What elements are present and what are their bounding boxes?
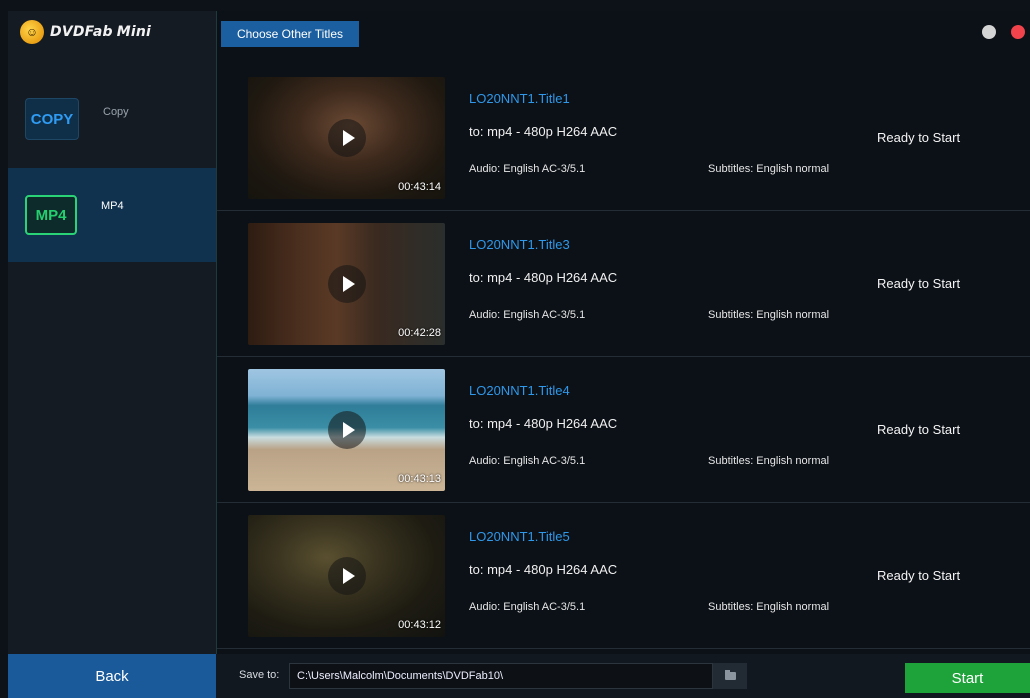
duration-label: 00:43:12 — [398, 619, 441, 631]
subtitle-track[interactable]: Subtitles: English normal — [708, 163, 829, 175]
sidebar: ☺ DVDFab Mini COPY Copy MP4 MP4 — [8, 11, 216, 654]
start-button[interactable]: Start — [905, 663, 1030, 693]
folder-icon — [724, 670, 736, 680]
back-button[interactable]: Back — [8, 654, 216, 698]
output-format[interactable]: to: mp4 - 480p H264 AAC — [469, 270, 617, 285]
minimize-icon[interactable] — [982, 25, 996, 39]
output-format[interactable]: to: mp4 - 480p H264 AAC — [469, 562, 617, 577]
audio-track[interactable]: Audio: English AC-3/5.1 — [469, 455, 585, 467]
save-bar: Save to: C:\Users\Malcolm\Documents\DVDF… — [216, 654, 1030, 698]
audio-track[interactable]: Audio: English AC-3/5.1 — [469, 163, 585, 175]
output-format[interactable]: to: mp4 - 480p H264 AAC — [469, 124, 617, 139]
logo-text: DVDFab — [50, 24, 113, 40]
video-thumbnail[interactable]: 00:43:14 — [248, 77, 445, 199]
save-to-label: Save to: — [239, 669, 280, 681]
title-name[interactable]: LO20NNT1.Title5 — [469, 529, 570, 544]
title-name[interactable]: LO20NNT1.Title3 — [469, 237, 570, 252]
duration-label: 00:42:28 — [398, 327, 441, 339]
status-text: Ready to Start — [877, 130, 961, 145]
play-icon[interactable] — [327, 557, 366, 595]
play-icon[interactable] — [327, 119, 366, 157]
play-icon[interactable] — [327, 265, 366, 303]
mode-copy-label: Copy — [103, 106, 129, 118]
logo-sub: Mini — [116, 24, 151, 40]
duration-label: 00:43:13 — [398, 473, 441, 485]
choose-other-titles-button[interactable]: Choose Other Titles — [221, 21, 359, 47]
status-text: Ready to Start — [877, 276, 961, 291]
app-logo: ☺ DVDFab Mini — [20, 19, 151, 45]
mode-mp4-label: MP4 — [101, 200, 124, 212]
duration-label: 00:43:14 — [398, 181, 441, 193]
title-row[interactable]: 00:43:14 LO20NNT1.Title1 to: mp4 - 480p … — [217, 65, 1030, 211]
mode-mp4[interactable]: MP4 MP4 — [8, 168, 216, 262]
save-path-field[interactable]: C:\Users\Malcolm\Documents\DVDFab10\ — [289, 663, 713, 689]
copy-badge-icon: COPY — [25, 98, 79, 140]
play-icon[interactable] — [327, 411, 366, 449]
mode-copy[interactable]: COPY Copy — [8, 72, 216, 166]
close-icon[interactable] — [1011, 25, 1025, 39]
title-row[interactable]: 00:42:28 LO20NNT1.Title3 to: mp4 - 480p … — [217, 211, 1030, 357]
title-row[interactable]: 00:43:12 LO20NNT1.Title5 to: mp4 - 480p … — [217, 503, 1030, 649]
subtitle-track[interactable]: Subtitles: English normal — [708, 601, 829, 613]
title-name[interactable]: LO20NNT1.Title1 — [469, 91, 570, 106]
title-name[interactable]: LO20NNT1.Title4 — [469, 383, 570, 398]
title-list: 00:43:14 LO20NNT1.Title1 to: mp4 - 480p … — [217, 65, 1030, 650]
status-text: Ready to Start — [877, 568, 961, 583]
output-format[interactable]: to: mp4 - 480p H264 AAC — [469, 416, 617, 431]
browse-folder-button[interactable] — [713, 663, 747, 689]
mp4-badge-icon: MP4 — [25, 195, 77, 235]
dvdfab-logo-icon: ☺ — [20, 20, 44, 44]
status-text: Ready to Start — [877, 422, 961, 437]
app-window: ☺ DVDFab Mini COPY Copy MP4 MP4 Choose Ot… — [8, 11, 1030, 698]
video-thumbnail[interactable]: 00:43:13 — [248, 369, 445, 491]
audio-track[interactable]: Audio: English AC-3/5.1 — [469, 309, 585, 321]
audio-track[interactable]: Audio: English AC-3/5.1 — [469, 601, 585, 613]
video-thumbnail[interactable]: 00:42:28 — [248, 223, 445, 345]
subtitle-track[interactable]: Subtitles: English normal — [708, 309, 829, 321]
video-thumbnail[interactable]: 00:43:12 — [248, 515, 445, 637]
subtitle-track[interactable]: Subtitles: English normal — [708, 455, 829, 467]
title-row[interactable]: 00:43:13 LO20NNT1.Title4 to: mp4 - 480p … — [217, 357, 1030, 503]
